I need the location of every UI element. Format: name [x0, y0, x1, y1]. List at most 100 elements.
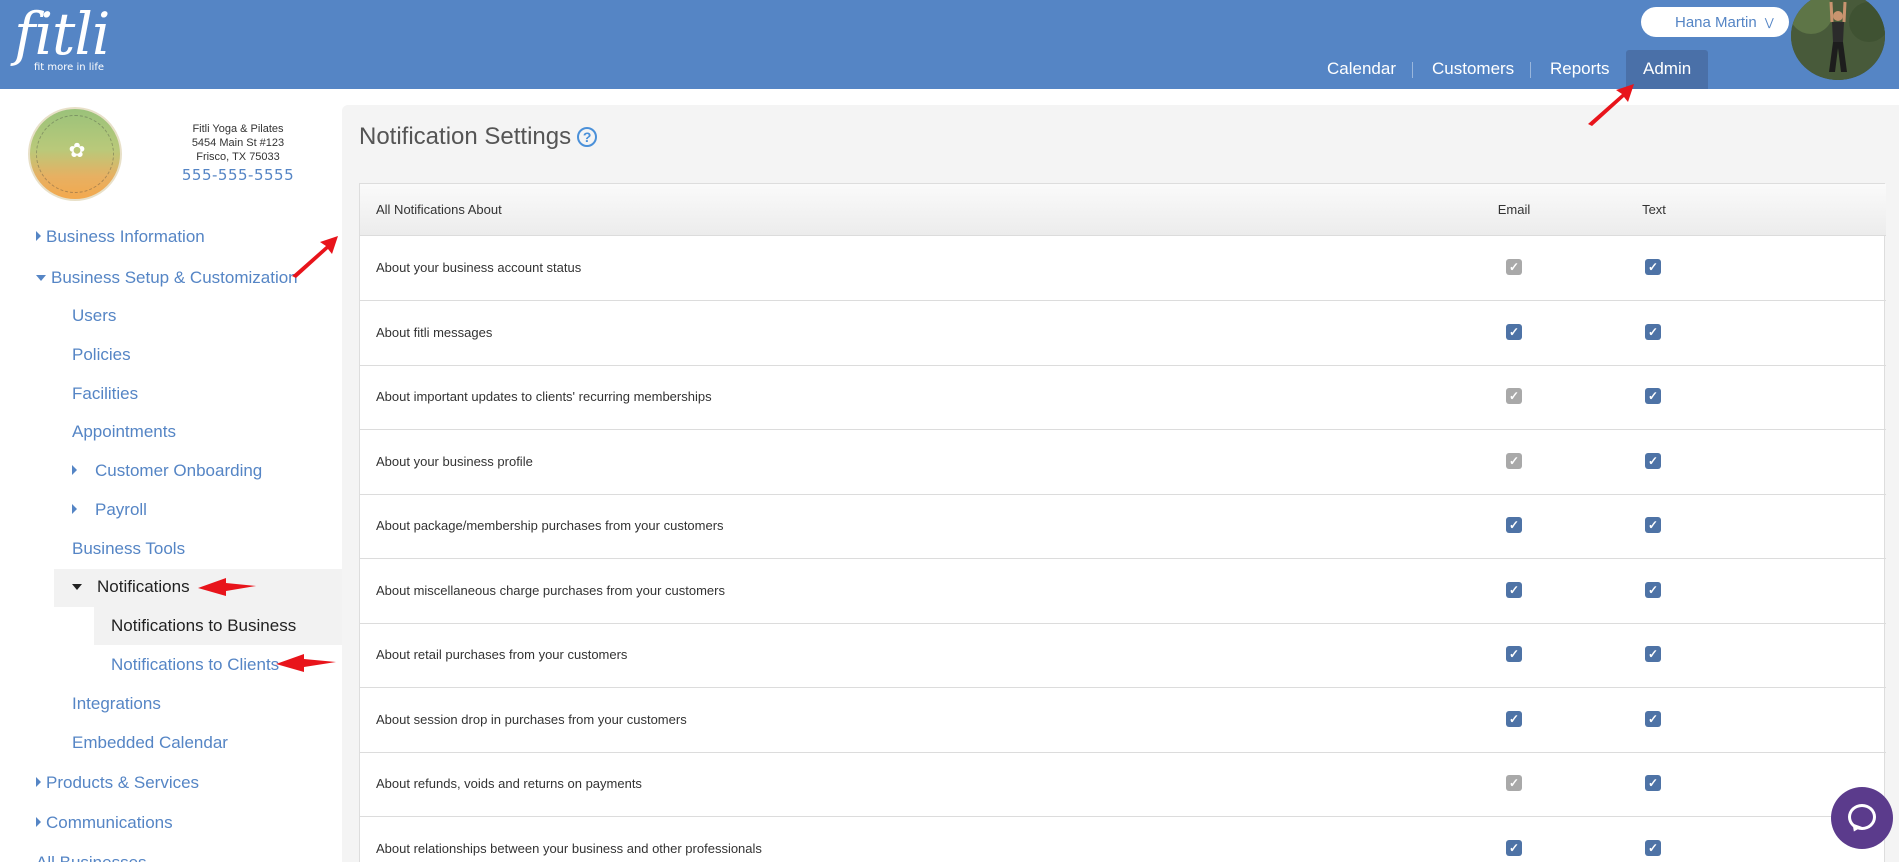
notification-label: About your business account status — [376, 260, 582, 275]
sidebar-item-label: Facilities — [72, 384, 139, 403]
sidebar-item-products-services[interactable]: Products & Services — [36, 773, 199, 793]
sidebar-item-embedded-calendar[interactable]: Embedded Calendar — [72, 733, 228, 753]
email-checkbox[interactable]: ✓ — [1506, 710, 1522, 727]
notification-label: About your business profile — [376, 453, 533, 469]
sidebar-item-business-setup[interactable]: Business Setup & Customization — [36, 268, 298, 288]
nav-divider — [1530, 62, 1531, 78]
sidebar-item-business-information[interactable]: Business Information — [36, 227, 205, 247]
sidebar-item-label: Business Setup & Customization — [51, 268, 298, 287]
text-checkbox[interactable]: ✓ — [1645, 710, 1661, 727]
business-address-line1: 5454 Main St #123 — [191, 137, 285, 149]
fitli-logo[interactable]: fitli fit more in life — [14, 0, 110, 73]
top-header: fitli fit more in life Hana Martin ⋁ Cal… — [0, 0, 1899, 89]
sidebar-item-customer-onboarding[interactable]: Customer Onboarding — [72, 461, 262, 481]
business-address-line2: Frisco, TX 75033 — [196, 151, 280, 163]
caret-right-icon — [36, 817, 41, 827]
business-name: Fitli Yoga & Pilates — [192, 123, 284, 135]
table-row: About refunds, voids and returns on paym… — [360, 752, 1886, 817]
sidebar-item-label: Embedded Calendar — [72, 733, 228, 752]
nav-divider — [1412, 62, 1413, 78]
text-checkbox[interactable]: ✓ — [1645, 259, 1661, 275]
nav-reports[interactable]: Reports — [1550, 50, 1610, 89]
user-menu-button[interactable]: Hana Martin ⋁ — [1641, 7, 1789, 37]
sidebar-item-notifications-to-clients[interactable]: Notifications to Clients — [111, 655, 279, 675]
sidebar-item-label: Notifications to Business — [111, 616, 297, 635]
sidebar-item-label: Business Tools — [72, 539, 186, 558]
text-checkbox[interactable]: ✓ — [1645, 388, 1661, 404]
table-row: About fitli messages ✓ ✓ — [360, 301, 1886, 366]
notification-label: About important updates to clients' recu… — [376, 389, 712, 404]
caret-down-icon — [72, 584, 82, 590]
table-row: About your business profile ✓ ✓ — [360, 430, 1886, 495]
nav-calendar[interactable]: Calendar — [1327, 50, 1396, 89]
caret-right-icon — [72, 504, 77, 514]
column-header-notifications: All Notifications About — [376, 202, 502, 217]
table-row: About miscellaneous charge purchases fro… — [360, 559, 1886, 624]
email-checkbox[interactable]: ✓ — [1506, 646, 1522, 662]
chat-button[interactable] — [1831, 787, 1893, 849]
sidebar-item-policies[interactable]: Policies — [72, 345, 131, 365]
email-checkbox: ✓ — [1506, 388, 1522, 404]
caret-right-icon — [72, 465, 77, 475]
email-checkbox[interactable]: ✓ — [1506, 517, 1522, 533]
sidebar-item-label: Business Information — [46, 227, 205, 246]
sidebar-item-all-businesses[interactable]: All Businesses — [36, 853, 147, 862]
sidebar-item-users[interactable]: Users — [72, 306, 116, 326]
chevron-double-down-icon: ⋁ — [1764, 16, 1774, 29]
sidebar-item-business-tools[interactable]: Business Tools — [72, 539, 185, 559]
notification-label: About miscellaneous charge purchases fro… — [376, 582, 725, 598]
sidebar-item-appointments[interactable]: Appointments — [72, 422, 176, 442]
sidebar-item-label: Appointments — [72, 422, 176, 441]
notification-label: About fitli messages — [376, 324, 493, 340]
email-checkbox: ✓ — [1506, 259, 1522, 275]
sidebar-item-label: Customer Onboarding — [95, 461, 263, 480]
text-checkbox[interactable]: ✓ — [1645, 839, 1661, 856]
help-circle-icon[interactable]: ? — [577, 127, 598, 147]
sidebar-item-label: Integrations — [72, 694, 161, 713]
sidebar-item-label: Notifications — [97, 577, 190, 596]
sidebar-item-notifications[interactable]: Notifications — [72, 577, 190, 597]
logo-wordmark: fitli — [14, 0, 110, 68]
notification-label: About session drop in purchases from you… — [376, 711, 687, 727]
notification-label: About relationships between your busines… — [376, 840, 762, 856]
email-checkbox: ✓ — [1506, 775, 1522, 791]
text-checkbox[interactable]: ✓ — [1645, 581, 1661, 598]
table-row: About session drop in purchases from you… — [360, 688, 1886, 753]
sidebar: ✿ Fitli Yoga & Pilates 5454 Main St #123… — [0, 89, 342, 862]
meditation-figure-icon: ✿ — [68, 138, 86, 162]
notification-settings-table: All Notifications About Email Text About… — [359, 183, 1886, 862]
text-checkbox[interactable]: ✓ — [1645, 323, 1661, 340]
notification-label: About package/membership purchases from … — [376, 518, 724, 533]
text-checkbox[interactable]: ✓ — [1645, 452, 1661, 469]
sidebar-item-facilities[interactable]: Facilities — [72, 384, 138, 404]
sidebar-item-notifications-to-business[interactable]: Notifications to Business — [111, 616, 296, 636]
user-name: Hana Martin — [1675, 13, 1757, 31]
notification-label: About refunds, voids and returns on paym… — [376, 776, 642, 791]
email-checkbox[interactable]: ✓ — [1506, 323, 1522, 340]
nav-admin[interactable]: Admin — [1626, 50, 1709, 89]
text-checkbox[interactable]: ✓ — [1645, 646, 1661, 662]
text-checkbox[interactable]: ✓ — [1645, 775, 1661, 791]
business-phone[interactable]: 555-555-5555 — [160, 166, 316, 184]
sidebar-item-payroll[interactable]: Payroll — [72, 500, 147, 520]
main-content: Notification Settings? All Notifications… — [342, 105, 1899, 862]
sidebar-item-label: Products & Services — [46, 773, 200, 792]
avatar[interactable] — [1791, 0, 1885, 80]
caret-down-icon — [36, 275, 46, 281]
email-checkbox[interactable]: ✓ — [1506, 581, 1522, 598]
sidebar-item-communications[interactable]: Communications — [36, 813, 173, 833]
table-row: About retail purchases from your custome… — [360, 623, 1886, 688]
caret-right-icon — [36, 777, 41, 787]
sidebar-item-label: Notifications to Clients — [111, 655, 280, 674]
column-header-email: Email — [1497, 202, 1531, 217]
text-checkbox[interactable]: ✓ — [1645, 517, 1661, 533]
caret-right-icon — [36, 231, 41, 241]
table-row: About relationships between your busines… — [360, 817, 1886, 862]
sidebar-item-integrations[interactable]: Integrations — [72, 694, 161, 714]
logo-tagline: fit more in life — [34, 62, 105, 73]
sidebar-item-label: Policies — [72, 345, 131, 364]
table-row: About important updates to clients' recu… — [360, 365, 1886, 430]
nav-customers[interactable]: Customers — [1432, 50, 1514, 89]
email-checkbox[interactable]: ✓ — [1506, 839, 1522, 856]
business-address: Fitli Yoga & Pilates 5454 Main St #123 F… — [160, 122, 316, 164]
